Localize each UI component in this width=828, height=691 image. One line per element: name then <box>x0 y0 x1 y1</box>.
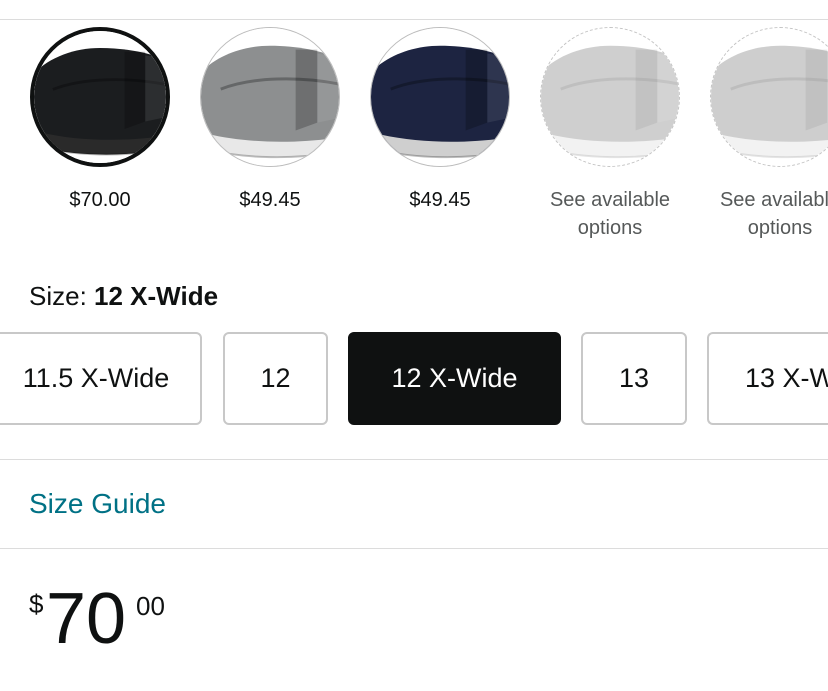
top-divider <box>0 19 828 20</box>
size-selected-value: 12 X-Wide <box>94 281 219 311</box>
swatch-availability: See available options <box>549 189 671 239</box>
swatch-price: $70.00 <box>69 189 131 211</box>
shoe-image <box>371 28 509 166</box>
size-option-label: 11.5 X-Wide <box>22 363 170 393</box>
shoe-image <box>201 28 339 166</box>
size-option-label: 13 X-Wide <box>745 363 828 393</box>
swatch-image[interactable] <box>200 27 340 167</box>
divider <box>0 548 828 549</box>
size-option-11-5-x-wide[interactable]: 11.5 X-Wide <box>0 332 202 425</box>
size-option-12-x-wide[interactable]: 12 X-Wide <box>348 332 561 425</box>
price-currency-symbol: $ <box>29 589 44 619</box>
shoe-image <box>541 28 679 166</box>
size-heading-label: Size: <box>29 281 95 311</box>
divider <box>0 459 828 460</box>
size-option-13-x-wide[interactable]: 13 X-Wide <box>707 332 828 425</box>
size-guide-link[interactable]: Size Guide <box>29 486 166 522</box>
shoe-image <box>711 28 828 166</box>
price-whole: 70 <box>46 579 127 659</box>
size-option-13[interactable]: 13 <box>581 332 687 425</box>
color-swatch-row: $70.00 $49.45 $49.45 See available optio… <box>0 24 828 254</box>
size-option-label: 12 X-Wide <box>391 363 518 393</box>
swatch-price: $49.45 <box>239 189 301 211</box>
swatch-price: $49.45 <box>409 189 471 211</box>
swatch-image[interactable] <box>540 27 680 167</box>
swatch-image[interactable] <box>30 27 170 167</box>
swatch-availability: See available options <box>719 189 828 239</box>
size-option-label: 12 <box>260 363 291 393</box>
size-option-12[interactable]: 12 <box>223 332 328 425</box>
swatch-image[interactable] <box>710 27 828 167</box>
shoe-image <box>34 31 166 163</box>
size-heading: Size: 12 X-Wide <box>29 279 218 313</box>
swatch-image[interactable] <box>370 27 510 167</box>
price-fraction: 00 <box>136 591 165 621</box>
size-option-label: 13 <box>618 363 650 393</box>
